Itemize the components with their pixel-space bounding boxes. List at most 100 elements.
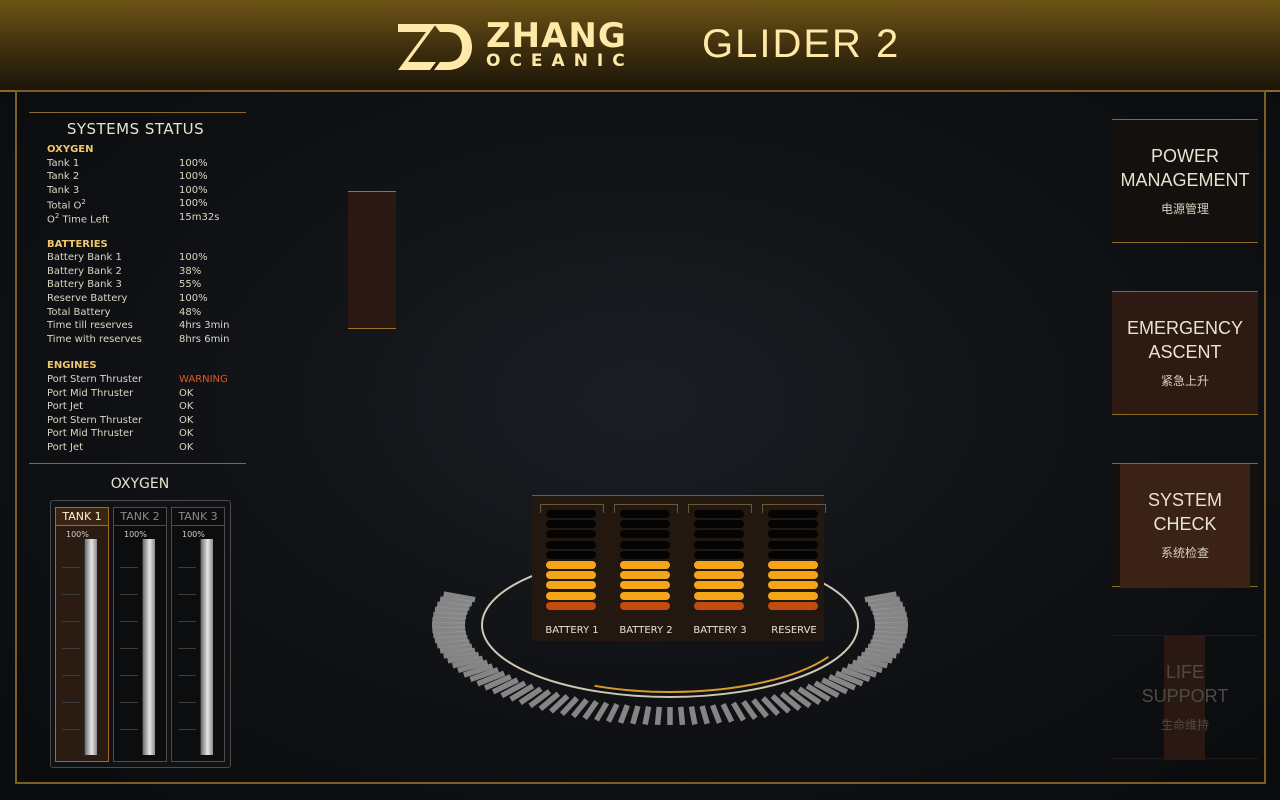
battery-cell	[620, 530, 670, 539]
battery-label: BATTERY 3	[693, 625, 747, 636]
battery-column-4: RESERVE	[762, 504, 826, 636]
battery-cell	[546, 601, 596, 610]
menu-button-system[interactable]: SYSTEM CHECK 系统检查	[1112, 463, 1258, 588]
zd-logo-icon	[398, 24, 472, 70]
battery-cell	[620, 510, 670, 518]
stat-value: OK	[179, 414, 194, 426]
stat-label: Time with reserves	[47, 333, 142, 345]
stat-value: 100%	[179, 252, 208, 264]
battery-cell	[546, 520, 596, 529]
tank-label: TANK 3	[172, 508, 224, 526]
stat-label: Total O2	[47, 198, 86, 212]
menu-label: POWER MANAGEMENT	[1120, 146, 1250, 190]
stat-value: 4hrs 3min	[179, 320, 230, 332]
stat-label: Battery Bank 3	[47, 279, 122, 291]
stat-label: Battery Bank 2	[47, 265, 122, 277]
stat-value: WARNING	[179, 374, 228, 385]
section-heading: BATTERIES	[47, 238, 108, 250]
battery-cell	[546, 571, 596, 580]
section-heading: OXYGEN	[47, 144, 94, 155]
stat-value: 100%	[179, 198, 208, 210]
battery-cell	[546, 530, 596, 539]
battery-label: BATTERY 2	[619, 625, 673, 636]
stat-label: Port Jet	[47, 442, 84, 453]
stat-label: Tank 3	[47, 184, 80, 196]
ring-segment	[699, 705, 710, 725]
stat-label: Tank 2	[47, 171, 80, 183]
battery-label: RESERVE	[771, 625, 817, 636]
menu-sublabel: 电源管理	[1160, 202, 1209, 216]
systems-status-panel: SYSTEMS STATUS OXYGEN Tank 1 100% Tank 2 100…	[29, 112, 246, 464]
battery-cell	[620, 591, 670, 600]
ring-segment	[874, 617, 908, 624]
ring-segment	[874, 626, 908, 633]
tank-level-fill	[201, 539, 213, 755]
battery-cell	[694, 550, 744, 559]
ring-segment	[688, 706, 698, 725]
battery-cell	[546, 510, 596, 518]
tank-label: TANK 1	[56, 508, 108, 526]
menu-label: LIFE SUPPORT	[1141, 662, 1229, 706]
stat-value: 100%	[179, 184, 208, 196]
tank-percent: 100%	[66, 530, 89, 539]
stat-label: Port Mid Thruster	[47, 428, 134, 440]
tank-label: TANK 2	[114, 508, 166, 526]
battery-cell	[768, 591, 818, 600]
menu-label: EMERGENCY ASCENT	[1126, 318, 1243, 362]
battery-cell	[620, 601, 670, 610]
ring-segment	[433, 630, 467, 639]
stat-label: Port Mid Thruster	[47, 387, 134, 399]
tank-scale-ticks	[178, 541, 196, 755]
ring-segment	[432, 626, 466, 633]
battery-cell	[620, 581, 670, 590]
menu-label: SYSTEM CHECK	[1147, 490, 1222, 534]
stat-value: 48%	[179, 306, 202, 318]
stat-label: Port Jet	[47, 401, 84, 413]
tank-percent: 100%	[124, 530, 147, 539]
ring-segment	[433, 611, 467, 620]
battery-cell	[620, 540, 670, 549]
ring-segment	[432, 617, 466, 624]
menu-button-power[interactable]: POWER MANAGEMENT 电源管理	[1112, 119, 1258, 243]
battery-cell	[768, 550, 818, 559]
stat-label: Reserve Battery	[47, 293, 128, 304]
battery-cell	[694, 520, 744, 529]
ring-segment	[605, 702, 620, 723]
ring-segment	[654, 706, 663, 726]
menu-button-emergency[interactable]: EMERGENCY ASCENT 紧急上升	[1112, 291, 1258, 415]
stat-value: OK	[179, 428, 194, 440]
ring-segment	[730, 701, 746, 722]
battery-cell	[694, 571, 744, 580]
battery-cell	[694, 591, 744, 600]
ring-segment	[710, 704, 723, 724]
ring-segment	[630, 705, 641, 725]
battery-cell	[768, 530, 818, 539]
battery-cell	[546, 561, 596, 569]
stat-value: 100%	[179, 293, 208, 304]
oxygen-tank-1[interactable]: TANK 1 100%	[55, 507, 109, 762]
stat-value: 100%	[179, 157, 208, 169]
battery-cell	[768, 581, 818, 590]
menu-button-life[interactable]: LIFE SUPPORT 生命维持	[1112, 635, 1258, 760]
oxygen-tank-2[interactable]: TANK 2 100%	[113, 507, 167, 762]
stat-value: OK	[179, 442, 194, 453]
battery-cell	[768, 520, 818, 529]
battery-cell	[694, 530, 744, 539]
battery-cell	[546, 591, 596, 600]
tank-level-track	[84, 539, 97, 755]
oxygen-tank-3[interactable]: TANK 3 100%	[171, 507, 225, 762]
battery-cell	[620, 571, 670, 580]
tank-level-track	[142, 539, 155, 755]
stat-label: Port Stern Thruster	[47, 374, 143, 385]
tank-percent: 100%	[182, 530, 205, 539]
brand-subname: OCEANIC	[486, 51, 634, 71]
ring-segment	[873, 630, 907, 639]
stat-value: OK	[179, 387, 194, 399]
battery-cell	[620, 550, 670, 559]
ring-segment	[872, 606, 906, 615]
stat-value: 38%	[179, 265, 202, 277]
stat-value: 15m32s	[179, 212, 220, 223]
battery-cell	[546, 540, 596, 549]
battery-label: BATTERY 1	[545, 625, 599, 636]
ring-segment	[617, 704, 630, 724]
